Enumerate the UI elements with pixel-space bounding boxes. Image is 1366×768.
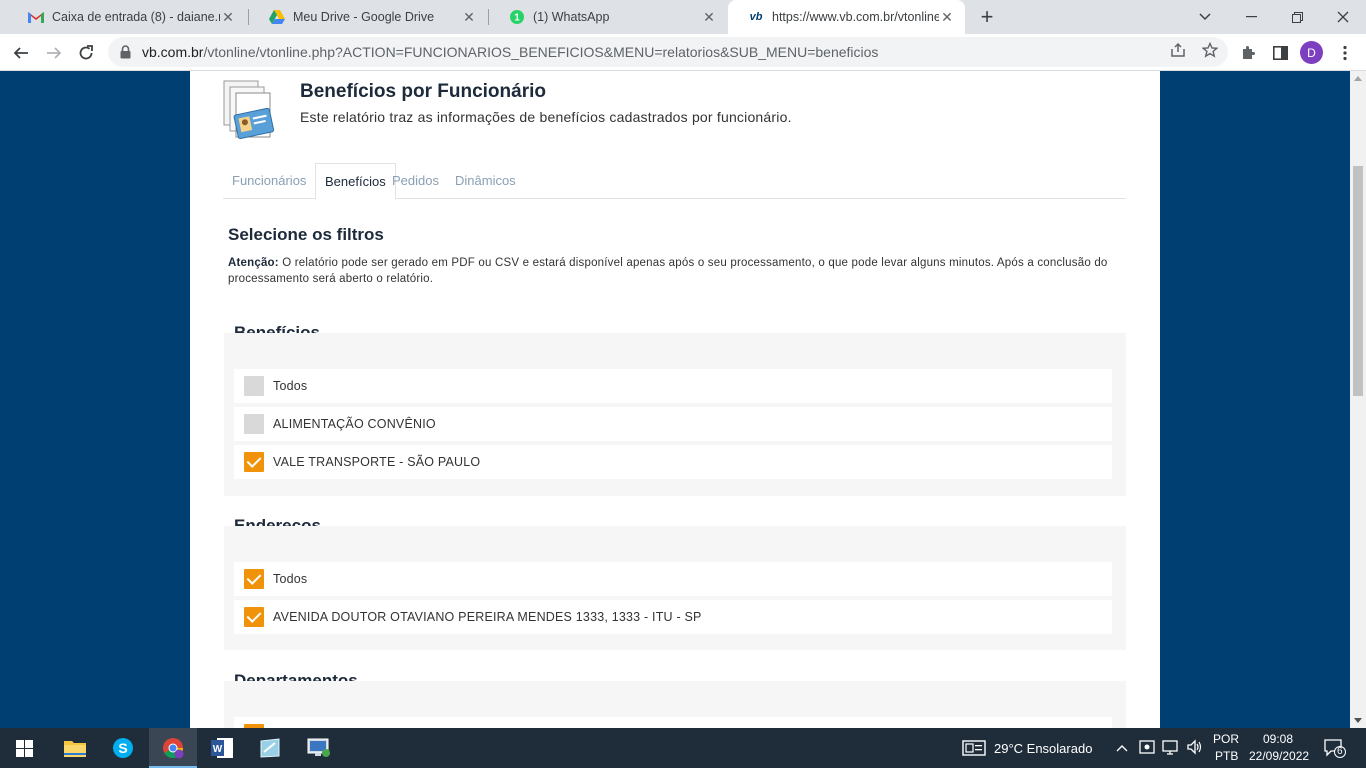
restore-button[interactable] <box>1274 0 1320 34</box>
close-window-button[interactable] <box>1320 0 1366 34</box>
bookmark-star-icon[interactable] <box>1201 41 1219 62</box>
browser-tab-whatsapp[interactable]: 1 (1) WhatsApp ✕ <box>489 0 727 34</box>
checkbox-row[interactable]: AVENIDA DOUTOR OTAVIANO PEREIRA MENDES 1… <box>234 600 1112 634</box>
tab-funcionarios[interactable]: Funcionários <box>223 163 315 199</box>
security-tray-icon[interactable] <box>1139 738 1155 759</box>
checkbox-label: AVENIDA DOUTOR OTAVIANO PEREIRA MENDES 1… <box>273 610 702 624</box>
file-explorer-icon[interactable] <box>51 728 99 768</box>
checkbox-label: VALE TRANSPORTE - SÃO PAULO <box>273 455 481 469</box>
close-tab-icon[interactable]: ✕ <box>939 9 955 26</box>
tab-title: https://www.vb.com.br/vtonline/ <box>772 10 939 24</box>
windows-start-icon[interactable] <box>0 728 48 768</box>
checkbox[interactable] <box>244 376 264 396</box>
tab-title: Caixa de entrada (8) - daiane.rod <box>52 10 220 24</box>
tab-title: Meu Drive - Google Drive <box>293 10 435 24</box>
lock-icon <box>120 45 134 59</box>
filter-group-beneficios: Todos ALIMENTAÇÃO CONVÊNIO VALE TRANSPOR… <box>224 333 1126 496</box>
scroll-up-arrow-icon[interactable] <box>1354 76 1362 81</box>
page-scrollbar[interactable] <box>1350 71 1366 728</box>
checkbox[interactable] <box>244 414 264 434</box>
tab-dinamicos[interactable]: Dinâmicos <box>446 163 525 199</box>
back-button[interactable] <box>8 40 34 66</box>
weather-text[interactable]: 29°C Ensolarado <box>994 741 1092 756</box>
remote-desktop-icon[interactable] <box>295 728 343 768</box>
address-bar[interactable]: vb.com.br/vtonline/vtonline.php?ACTION=F… <box>108 37 1228 67</box>
browser-tab-strip: Caixa de entrada (8) - daiane.rod ✕ Meu … <box>0 0 1366 34</box>
page-background: Benefícios por Funcionário Este relatóri… <box>0 71 1350 728</box>
reload-button[interactable] <box>73 40 99 66</box>
report-tabs: Funcionários Benefícios Pedidos Dinâmico… <box>223 163 1126 200</box>
profile-avatar[interactable]: D <box>1300 41 1323 64</box>
checkbox-label: Todos <box>273 572 308 586</box>
checkbox-label: Todos <box>273 379 308 393</box>
whatsapp-icon: 1 <box>509 9 525 25</box>
svg-text:1: 1 <box>514 13 520 24</box>
checkbox-row[interactable] <box>234 717 1112 728</box>
clock-time[interactable]: 09:08 <box>1263 732 1293 746</box>
checkbox-row[interactable]: Todos <box>234 562 1112 596</box>
menu-kebab-icon[interactable] <box>1332 40 1358 66</box>
processing-notice: Atenção: O relatório pode ser gerado em … <box>228 255 1108 287</box>
clock-date[interactable]: 22/09/2022 <box>1249 749 1309 763</box>
checkbox-row[interactable]: VALE TRANSPORTE - SÃO PAULO <box>234 445 1112 479</box>
volume-icon[interactable] <box>1186 738 1204 759</box>
google-drive-icon <box>269 9 285 25</box>
side-panel-icon[interactable] <box>1267 40 1293 66</box>
close-tab-icon[interactable]: ✕ <box>461 9 477 26</box>
minimize-button[interactable] <box>1228 0 1274 34</box>
filter-group-departamentos <box>224 681 1126 728</box>
weather-icon[interactable] <box>962 740 986 761</box>
skype-icon[interactable]: S <box>99 728 147 768</box>
close-tab-icon[interactable]: ✕ <box>220 9 236 26</box>
url-host: vb.com.br <box>142 44 204 60</box>
new-tab-button[interactable]: + <box>975 5 999 29</box>
notice-text: O relatório pode ser gerado em PDF ou CS… <box>228 257 1108 285</box>
checkbox-row[interactable]: Todos <box>234 369 1112 403</box>
vb-icon: vb <box>749 11 763 23</box>
checkbox-label: ALIMENTAÇÃO CONVÊNIO <box>273 417 436 431</box>
checkbox[interactable] <box>244 607 264 627</box>
keyboard-layout[interactable]: PTB <box>1215 749 1238 763</box>
extensions-icon[interactable] <box>1235 40 1261 66</box>
svg-text:S: S <box>118 740 127 756</box>
scroll-down-arrow-icon[interactable] <box>1354 718 1362 723</box>
browser-toolbar: vb.com.br/vtonline/vtonline.php?ACTION=F… <box>0 34 1366 71</box>
tab-search-button[interactable] <box>1182 0 1228 34</box>
scrollbar-thumb[interactable] <box>1353 166 1363 396</box>
word-icon[interactable]: W <box>198 728 246 768</box>
report-documents-icon <box>222 79 278 145</box>
share-icon[interactable] <box>1170 42 1186 62</box>
language-code[interactable]: POR <box>1213 732 1239 746</box>
app-window-icon[interactable] <box>246 728 294 768</box>
browser-tab-vb[interactable]: vb https://www.vb.com.br/vtonline/ ✕ <box>728 0 965 34</box>
tab-pedidos[interactable]: Pedidos <box>383 163 448 199</box>
forward-button[interactable] <box>41 40 67 66</box>
browser-tab-gmail[interactable]: Caixa de entrada (8) - daiane.rod ✕ <box>8 0 246 34</box>
filters-title: Selecione os filtros <box>228 225 384 244</box>
notification-count: 6 <box>1337 746 1343 757</box>
gmail-icon <box>28 9 44 25</box>
page-subtitle: Este relatório traz as informações de be… <box>300 109 792 125</box>
svg-text:W: W <box>213 744 223 755</box>
notice-label: Atenção: <box>228 257 279 269</box>
filter-group-enderecos: Todos AVENIDA DOUTOR OTAVIANO PEREIRA ME… <box>224 526 1126 650</box>
checkbox[interactable] <box>244 452 264 472</box>
checkbox-row[interactable]: ALIMENTAÇÃO CONVÊNIO <box>234 407 1112 441</box>
close-tab-icon[interactable]: ✕ <box>701 9 717 26</box>
chrome-icon[interactable] <box>149 728 197 768</box>
network-icon[interactable] <box>1162 738 1182 759</box>
tray-chevron-up-icon[interactable] <box>1116 740 1128 755</box>
checkbox[interactable] <box>244 569 264 589</box>
windows-taskbar: S W 29°C Ensolarado POR PTB 09:08 22/09/… <box>0 728 1366 768</box>
url-path: /vtonline/vtonline.php?ACTION=FUNCIONARI… <box>203 44 879 60</box>
page-title: Benefícios por Funcionário <box>300 81 546 102</box>
main-content: Benefícios por Funcionário Este relatóri… <box>190 71 1160 728</box>
tab-title: (1) WhatsApp <box>533 10 610 24</box>
browser-tab-drive[interactable]: Meu Drive - Google Drive ✕ <box>249 0 487 34</box>
